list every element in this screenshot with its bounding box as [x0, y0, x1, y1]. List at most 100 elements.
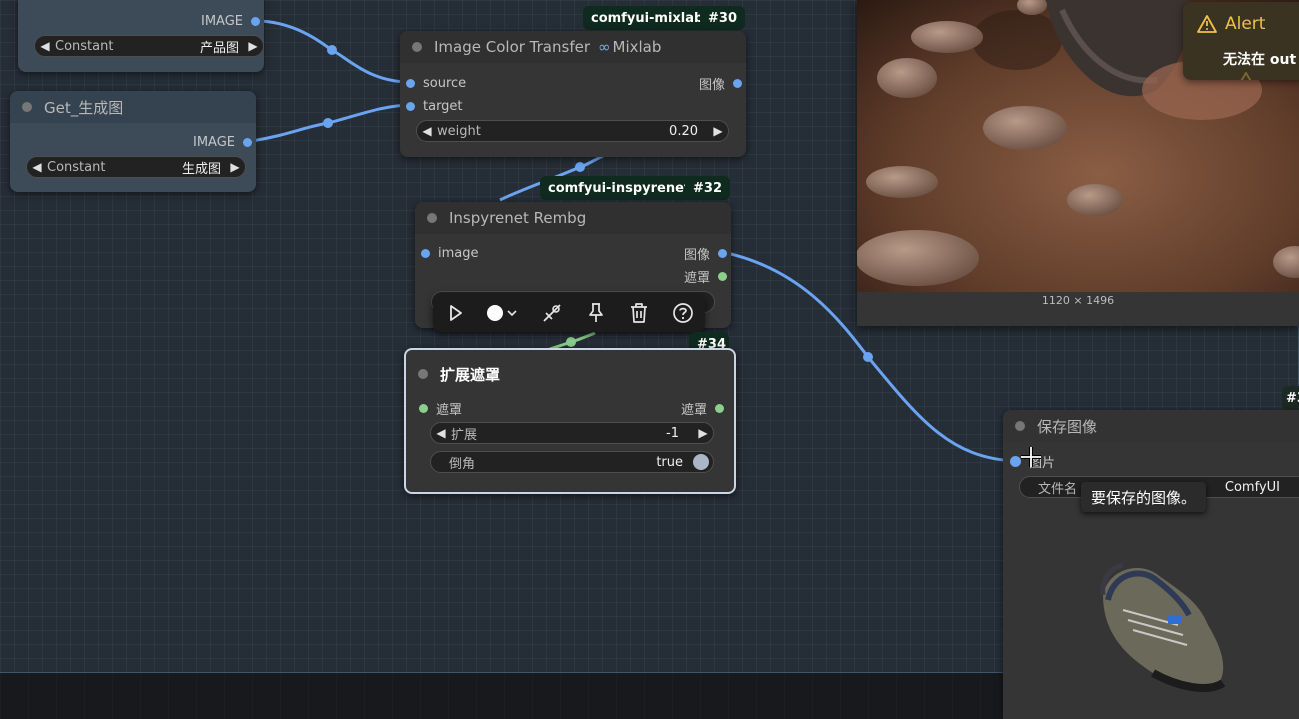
arrow-left-icon[interactable]: ◀: [27, 160, 47, 174]
collapse-dot-icon[interactable]: [412, 42, 422, 52]
node-title: Inspyrenet Rembg: [449, 209, 587, 227]
input-dot[interactable]: [406, 78, 415, 88]
slot-label: 遮罩: [683, 270, 710, 286]
node-id-badge: #3: [1282, 386, 1299, 410]
constant-combo-widget[interactable]: ◀ Constant 产品图 ▶: [34, 35, 264, 57]
image-input-slot[interactable]: image: [421, 244, 479, 262]
badge-id: #32: [693, 180, 722, 196]
slot-label: image: [438, 245, 479, 261]
toggle-knob[interactable]: [693, 454, 709, 470]
arrow-left-icon[interactable]: ◀: [431, 426, 451, 440]
arrow-left-icon[interactable]: ◀: [417, 124, 437, 138]
warning-icon: [1197, 15, 1217, 33]
slot-label: source: [423, 75, 467, 91]
widget-value: 生成图: [181, 161, 221, 177]
delete-button[interactable]: [624, 298, 654, 328]
widget-label: Constant: [55, 38, 114, 54]
mask-output-slot[interactable]: 遮罩: [681, 399, 724, 418]
widget-value: 0.20: [669, 123, 698, 139]
widget-label: 扩展: [451, 427, 478, 443]
mask-output-slot[interactable]: 遮罩: [683, 267, 727, 286]
output-dot[interactable]: [718, 248, 727, 258]
node-title-suffix: Mixlab: [612, 38, 662, 56]
help-icon: [673, 303, 693, 323]
play-icon: [449, 305, 462, 321]
help-button[interactable]: [668, 298, 698, 328]
widget-label: weight: [437, 123, 481, 139]
node-title-bar[interactable]: Inspyrenet Rembg: [415, 202, 731, 234]
output-dot[interactable]: [251, 16, 260, 26]
alert-title-text: Alert: [1225, 14, 1266, 34]
arrow-right-icon[interactable]: ▶: [708, 124, 728, 138]
node-title-bar[interactable]: Image Color Transfer ∞ Mixlab: [400, 31, 746, 63]
node-title: 扩展遮罩: [440, 365, 501, 384]
image-dimensions-label: 1120 × 1496: [1041, 294, 1115, 307]
tooltip-text: 要保存的图像。: [1091, 488, 1197, 507]
alert-message: 无法在 out: [1223, 52, 1297, 68]
badge-label: comfyui-inspyrenet-re: [548, 180, 685, 196]
alert-toast[interactable]: Alert 无法在 out: [1183, 2, 1299, 80]
saved-shoe-image: [1100, 562, 1226, 692]
target-input-slot[interactable]: target: [406, 97, 463, 115]
slot-label: target: [423, 98, 463, 114]
bypass-button[interactable]: [537, 298, 567, 328]
pin-button[interactable]: [581, 298, 611, 328]
input-dot[interactable]: [406, 101, 415, 111]
collapse-dot-icon[interactable]: [418, 369, 428, 379]
node-title-bar[interactable]: Get_生成图: [10, 91, 256, 123]
image-color-transfer-node[interactable]: Image Color Transfer ∞ Mixlab source tar…: [400, 31, 746, 157]
expand-mask-node[interactable]: 扩展遮罩 遮罩 遮罩 ◀ 扩展 -1 ▶ 倒角 true: [404, 348, 736, 494]
output-dot[interactable]: [733, 78, 742, 88]
arrow-right-icon[interactable]: ▶: [693, 426, 713, 440]
widget-value: ComfyUI: [1224, 479, 1280, 495]
badge-label: comfyui-mixlab-n: [591, 10, 701, 26]
slot-label: 遮罩: [436, 402, 463, 418]
input-dot[interactable]: [421, 248, 430, 258]
image-output-slot[interactable]: 图像: [698, 74, 742, 93]
output-dot[interactable]: [715, 403, 724, 413]
get-generated-node[interactable]: Get_生成图 IMAGE ◀ Constant 生成图 ▶: [10, 91, 256, 192]
bypass-icon: [543, 304, 561, 322]
node-title: 保存图像: [1037, 417, 1098, 436]
mask-input-slot[interactable]: 遮罩: [419, 399, 463, 418]
input-dot[interactable]: [419, 403, 428, 413]
taper-toggle-widget[interactable]: 倒角 true: [430, 451, 714, 473]
save-image-node[interactable]: 保存图像 图片 文件名 ComfyUI: [1003, 410, 1299, 719]
widget-label: 倒角: [449, 456, 476, 472]
arrow-left-icon[interactable]: ◀: [35, 39, 55, 53]
source-input-slot[interactable]: source: [406, 74, 466, 92]
badge-id: #30: [708, 10, 737, 26]
arrow-right-icon[interactable]: ▶: [225, 160, 245, 174]
badge-id: #3: [1286, 390, 1299, 406]
image-output-slot[interactable]: IMAGE: [193, 133, 252, 151]
image-output-slot[interactable]: IMAGE: [201, 12, 260, 30]
run-button[interactable]: [440, 298, 470, 328]
node-title-bar[interactable]: 扩展遮罩: [406, 358, 734, 390]
color-button[interactable]: [483, 298, 523, 328]
product-image-node[interactable]: IMAGE ◀ Constant 产品图 ▶: [18, 0, 264, 72]
image-output-slot[interactable]: 图像: [683, 244, 727, 263]
expand-number-widget[interactable]: ◀ 扩展 -1 ▶: [430, 422, 714, 444]
slot-label: 图像: [683, 247, 710, 263]
weight-number-widget[interactable]: ◀ weight 0.20 ▶: [416, 120, 729, 142]
warning-icon: [1240, 72, 1252, 80]
pin-icon: [588, 303, 603, 322]
collapse-dot-icon[interactable]: [22, 102, 32, 112]
collapse-dot-icon[interactable]: [427, 213, 437, 223]
alert-title: Alert: [1197, 14, 1265, 34]
output-dot[interactable]: [718, 271, 727, 281]
node-title: Get_生成图: [44, 98, 124, 117]
slot-label: IMAGE: [200, 13, 243, 29]
collapse-dot-icon[interactable]: [1015, 421, 1025, 431]
tooltip: 要保存的图像。: [1081, 482, 1207, 512]
color-circle-icon: [487, 305, 518, 321]
constant-combo-widget[interactable]: ◀ Constant 生成图 ▶: [26, 156, 246, 178]
node-title-bar[interactable]: 保存图像: [1003, 410, 1299, 442]
widget-label: Constant: [47, 159, 106, 175]
slot-label: 图像: [698, 77, 725, 93]
widget-value: 产品图: [199, 40, 239, 56]
output-dot[interactable]: [243, 137, 252, 147]
arrow-right-icon[interactable]: ▶: [243, 39, 263, 53]
slot-label: IMAGE: [192, 134, 235, 150]
infinity-icon: ∞: [598, 38, 611, 56]
